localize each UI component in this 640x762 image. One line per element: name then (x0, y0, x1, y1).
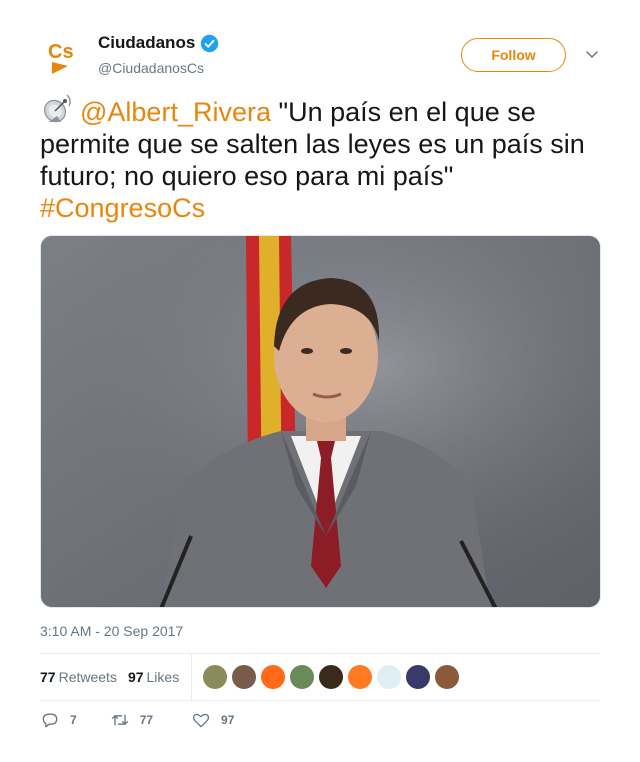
tweet-text: @Albert_Rivera "Un país en el que se per… (40, 92, 605, 224)
satellite-antenna-icon (43, 94, 71, 123)
liker-avatar-3[interactable] (260, 664, 287, 690)
account-handle[interactable]: @CiudadanosCs (98, 60, 219, 76)
retweet-button[interactable]: 77 (110, 710, 153, 730)
engagement-stats: 77 Retweets 97 Likes (40, 654, 600, 700)
speaker-photo-image (41, 236, 600, 607)
reply-button[interactable]: 7 (40, 710, 77, 730)
tweet-actions: 7 77 97 (40, 710, 234, 730)
likes-stat[interactable]: 97 Likes (128, 669, 179, 685)
retweets-label: Retweets (58, 669, 117, 685)
likes-count: 97 (127, 669, 144, 685)
like-count: 97 (221, 713, 235, 727)
like-button[interactable]: 97 (191, 710, 234, 730)
retweet-count: 77 (139, 713, 154, 727)
verified-badge-icon (201, 34, 219, 52)
retweet-icon (111, 714, 128, 726)
retweets-stat[interactable]: 77 Retweets (40, 669, 117, 685)
tweet-timestamp[interactable]: 3:10 AM - 20 Sep 2017 (40, 623, 183, 639)
liker-avatar-8[interactable] (405, 664, 432, 690)
liker-avatar-4[interactable] (289, 664, 316, 690)
retweets-count: 77 (40, 669, 56, 685)
hashtag-link[interactable]: #CongresoCs (40, 193, 205, 223)
chevron-down-icon[interactable] (584, 46, 600, 62)
reply-icon (42, 713, 58, 728)
follow-button[interactable]: Follow (461, 38, 566, 72)
likes-label: Likes (146, 669, 180, 685)
divider (40, 700, 600, 701)
ciudadanos-logo: Cs (48, 41, 74, 74)
heart-icon (192, 713, 210, 728)
tweet-photo[interactable] (40, 235, 601, 608)
account-names: Ciudadanos @CiudadanosCs (98, 33, 219, 76)
liker-avatar-9[interactable] (434, 664, 461, 690)
liker-avatar-5[interactable] (318, 664, 345, 690)
svg-text:Cs: Cs (48, 41, 74, 63)
liker-avatar-1[interactable] (202, 664, 229, 690)
reply-count: 7 (70, 713, 77, 727)
liker-avatar-7[interactable] (376, 664, 403, 690)
liker-avatar-2[interactable] (231, 664, 258, 690)
stats-separator (191, 654, 193, 700)
display-name[interactable]: Ciudadanos (98, 33, 195, 53)
liker-avatar-6[interactable] (347, 664, 374, 690)
liker-avatars (202, 664, 461, 690)
account-avatar[interactable]: Cs (40, 32, 88, 80)
tweet-header: Cs Ciudadanos @CiudadanosCs Follow (40, 30, 600, 80)
mention-link[interactable]: @Albert_Rivera (80, 97, 271, 127)
